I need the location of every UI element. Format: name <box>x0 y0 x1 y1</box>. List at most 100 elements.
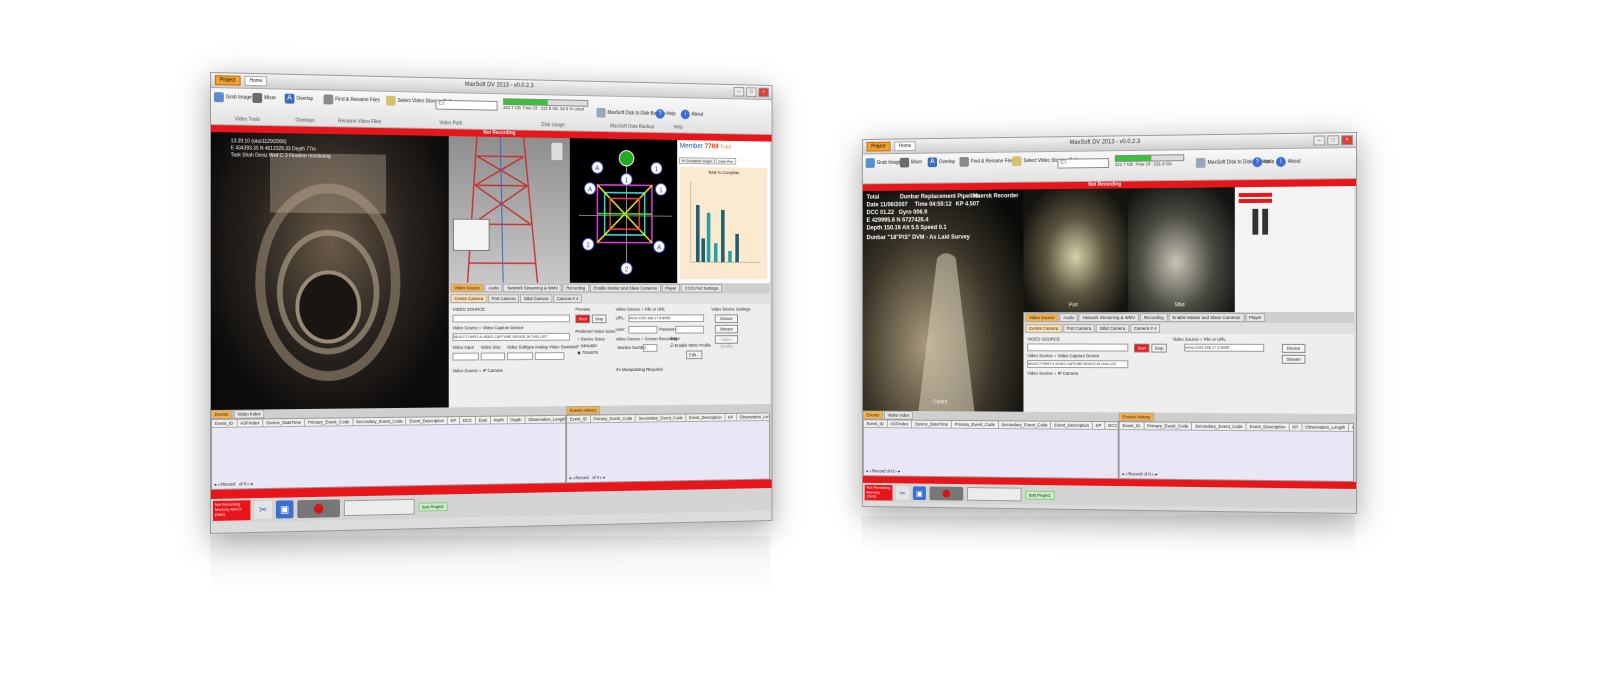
capture-device-select[interactable]: SELECT FIRST A VIDEO CAPTURE DEVICE IN T… <box>1027 360 1129 369</box>
events-column-header[interactable]: Device_DateTime <box>263 418 306 427</box>
history-column-header[interactable]: Event_Description <box>686 413 726 422</box>
events-column-header[interactable]: KP <box>447 417 461 425</box>
video-quality-button[interactable]: Video Quality <box>714 335 738 349</box>
start-button[interactable]: Start <box>575 314 591 324</box>
stop-button[interactable]: Stop <box>591 314 607 324</box>
video-path-input[interactable]: C:\ <box>435 99 498 111</box>
stream-button[interactable]: Stream <box>714 324 738 334</box>
password-input[interactable] <box>675 325 705 334</box>
find-rename-button[interactable]: Find & Rename Files <box>323 94 380 105</box>
tab-centre-camera[interactable]: Centre Camera <box>1025 323 1063 333</box>
history-column-header[interactable]: Event_ID <box>567 415 591 423</box>
history-column-header[interactable]: Primary_Event_Code <box>1144 422 1193 430</box>
user-input[interactable] <box>628 325 658 334</box>
history-navigator[interactable]: ◂ ◃ Record of 0 ▹ ▸ <box>569 475 606 481</box>
tab-recording[interactable]: Recording <box>1140 313 1168 323</box>
events-column-header[interactable]: DCC <box>460 416 476 424</box>
mixer-button[interactable]: Mixer <box>252 92 276 104</box>
maximize-button[interactable]: □ <box>1327 135 1340 146</box>
tab-ccis-port[interactable]: CCIS Port Settings <box>681 283 723 293</box>
tab-video-source[interactable]: Video Source <box>450 283 484 293</box>
events-column-header[interactable]: Secondary_Event_Code <box>353 417 407 426</box>
history-column-header[interactable]: Primary_Event_Code <box>590 414 636 423</box>
scissors-icon[interactable]: ✂ <box>896 486 910 500</box>
maximize-button[interactable]: □ <box>745 87 757 97</box>
events-column-header[interactable]: Device_DateTime <box>912 420 952 428</box>
events-column-header[interactable]: ASFIndex <box>887 420 913 428</box>
mixer-button[interactable]: Mixer <box>899 157 922 168</box>
history-column-header[interactable]: Secondary_Event_Code <box>635 414 687 422</box>
history-column-header[interactable]: KP <box>725 413 737 421</box>
tab-network-streaming[interactable]: Network Streaming & WMV <box>1078 313 1140 323</box>
tab-audio[interactable]: Audio <box>1059 313 1078 323</box>
record-button[interactable] <box>297 499 340 519</box>
3d-frame-view[interactable]: A 1 2 A 1 2 A 1 <box>569 138 678 283</box>
help-button[interactable]: ? Help <box>1252 157 1274 168</box>
tab-video-source[interactable]: Video Source <box>1025 313 1059 323</box>
tab-stbd-camera[interactable]: Stbd Camera <box>1095 323 1130 333</box>
tab-stbd-camera[interactable]: Stbd Camera <box>520 294 553 303</box>
events-column-header[interactable]: KP <box>1092 421 1106 429</box>
start-button[interactable]: Start <box>1134 343 1150 353</box>
scissors-icon[interactable]: ✂ <box>254 500 272 520</box>
record-navigator[interactable]: ◂ ◃ Record of 0 ▹ ▸ <box>214 481 253 488</box>
save-icon[interactable]: ▣ <box>275 500 294 519</box>
events-column-header[interactable]: North <box>490 416 508 424</box>
size-704-radio[interactable]: ◉ 704x576 <box>577 350 598 356</box>
video-source-select[interactable] <box>1027 343 1129 352</box>
grab-image-button[interactable]: Grab Image <box>865 158 901 168</box>
video-preview-stbd[interactable]: Stbd <box>1128 187 1235 313</box>
help-button[interactable]: ? Help <box>655 109 676 119</box>
tab-camera-4[interactable]: Camera # 4 <box>553 294 583 303</box>
tab-events-history[interactable]: Events History <box>566 405 601 415</box>
events-column-header[interactable]: Event_Description <box>1051 421 1093 429</box>
grab-image-button[interactable]: Grab Image <box>213 92 252 103</box>
overlay-button[interactable]: A Overlay <box>284 93 313 104</box>
events-grid[interactable]: Event_ID ASFIndex Device_DateTime Primary_E… <box>862 419 1119 480</box>
tab-recording[interactable]: Recording <box>562 283 589 293</box>
events-column-header[interactable]: DCC <box>1105 422 1118 430</box>
events-column-header[interactable]: Primary_Event_Code <box>305 418 354 426</box>
record-button[interactable] <box>929 486 964 501</box>
events-column-header[interactable]: Secondary_Event_Code <box>998 421 1052 429</box>
history-column-header[interactable]: Observation_Length <box>736 413 769 421</box>
tab-enable-cameras[interactable]: Enable Master and Slave Cameras <box>1168 313 1245 323</box>
close-button[interactable]: × <box>758 87 769 98</box>
events-column-header[interactable]: Primary_Event_Code <box>951 420 999 429</box>
history-grid[interactable]: Event_ID Primary_Event_Code Secondary_Even… <box>1118 421 1355 482</box>
overlay-button[interactable]: A Overlay <box>927 157 955 168</box>
tab-events-history[interactable]: Events History <box>1118 412 1155 422</box>
tab-port-camera[interactable]: Port Camera <box>487 294 520 303</box>
events-column-header[interactable]: Event_ID <box>863 420 888 428</box>
about-button[interactable]: i About <box>1275 156 1301 167</box>
video-preview-centre[interactable]: Total Dunbar Replacement Pipeline Maersk… <box>862 189 1024 412</box>
enable-wmv-checkbox[interactable]: ☑ Enable WMV Profile <box>670 343 711 349</box>
history-column-header[interactable]: Observation_Width <box>1349 423 1354 432</box>
tab-video-index[interactable]: Video Index <box>883 410 914 420</box>
tab-events[interactable]: Events <box>210 409 233 419</box>
minimize-button[interactable]: – <box>1313 135 1326 146</box>
about-button[interactable]: i About <box>680 109 703 120</box>
close-button[interactable]: × <box>1341 135 1354 146</box>
events-column-header[interactable]: Event_ID <box>211 419 238 427</box>
minimize-button[interactable]: – <box>733 86 745 97</box>
events-column-header[interactable]: Observation_Length <box>525 415 566 424</box>
events-column-header[interactable]: Event_Description <box>406 417 448 425</box>
video-input-select[interactable] <box>452 352 479 361</box>
analog-standard-select[interactable] <box>534 352 565 361</box>
edit-button[interactable]: Edit... <box>686 350 703 360</box>
video-path-input[interactable]: C:\ <box>1057 158 1110 169</box>
history-column-header[interactable]: Event_Description <box>1246 423 1290 431</box>
video-preview-centre[interactable]: 13:39:10 (oka\1129\2006) E 434393.35 N 4… <box>210 132 449 410</box>
structure-model-view[interactable] <box>448 136 570 283</box>
device-button[interactable]: Device <box>1281 343 1306 353</box>
device-sizes-radio[interactable]: ○ Device Sizes <box>577 337 604 342</box>
stream-button[interactable]: Stream <box>1281 354 1306 364</box>
events-column-header[interactable]: East <box>475 416 491 424</box>
history-column-header[interactable]: Event_ID <box>1119 422 1145 430</box>
video-preview-port[interactable]: Port <box>1023 188 1129 313</box>
tab-centre-camera[interactable]: Centre Camera <box>450 294 488 303</box>
history-column-header[interactable]: Secondary_Event_Code <box>1192 422 1247 431</box>
record-navigator[interactable]: ◂ ◃ Record of 0 ▹ ▸ <box>866 468 901 474</box>
tab-player[interactable]: Player <box>661 283 681 293</box>
